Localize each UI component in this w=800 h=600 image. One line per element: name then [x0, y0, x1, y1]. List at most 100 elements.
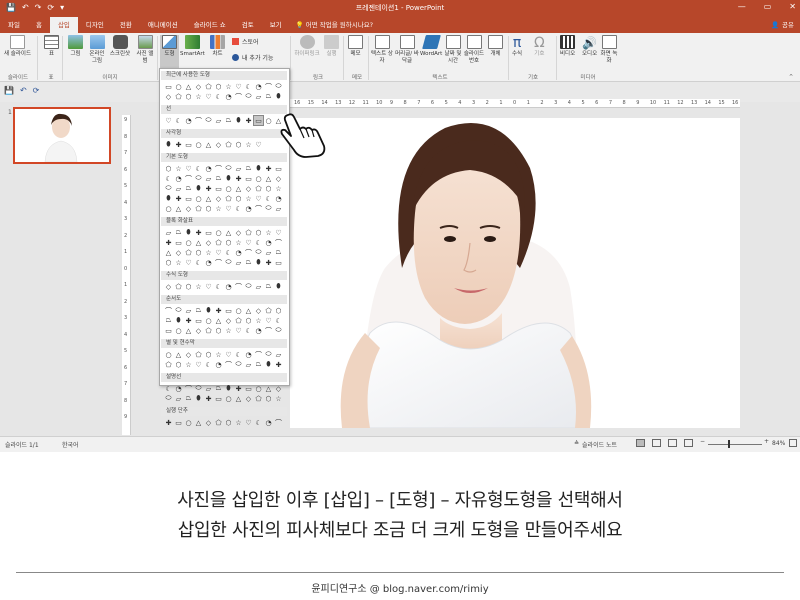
shape-option[interactable]: ⬮ — [234, 116, 243, 125]
shape-option[interactable]: ⌒ — [184, 174, 193, 183]
shape-option[interactable]: ▭ — [174, 418, 183, 427]
shape-option[interactable]: △ — [194, 418, 203, 427]
shape-option[interactable]: ◔ — [224, 92, 233, 101]
shape-option[interactable]: ⬠ — [244, 228, 253, 237]
shape-option[interactable]: △ — [184, 326, 193, 335]
shape-option[interactable]: ▭ — [274, 258, 283, 267]
shape-option[interactable]: ⬮ — [204, 306, 213, 315]
shape-option[interactable]: ⬠ — [204, 326, 213, 335]
shape-option[interactable]: ♡ — [254, 194, 263, 203]
shape-option[interactable]: ✚ — [264, 258, 273, 267]
shape-option[interactable]: ⬡ — [264, 184, 273, 193]
shape-option[interactable]: △ — [244, 306, 253, 315]
shape-option[interactable]: ◇ — [184, 350, 193, 359]
comment-button[interactable]: 메모 — [348, 35, 363, 58]
shape-option[interactable]: ☾ — [214, 282, 223, 291]
online-picture-button[interactable]: 온라인 그림 — [87, 35, 107, 65]
equation-button[interactable]: π 수식 — [512, 35, 522, 58]
tab-design[interactable]: 디자인 — [78, 17, 112, 33]
shape-option[interactable]: ◔ — [184, 116, 193, 125]
shape-option[interactable]: ⏢ — [164, 316, 173, 325]
shape-option[interactable]: ⬡ — [264, 394, 273, 403]
smartart-button[interactable]: SmartArt — [180, 35, 205, 58]
shapes-button[interactable]: 도형 — [160, 35, 179, 71]
shape-option[interactable]: ⏢ — [264, 282, 273, 291]
reading-view-icon[interactable] — [668, 439, 677, 447]
shape-option[interactable]: ⬡ — [194, 248, 203, 257]
shape-option[interactable]: ○ — [224, 394, 233, 403]
shape-option[interactable]: ✚ — [234, 174, 243, 183]
shape-option[interactable]: ○ — [204, 316, 213, 325]
shape-option[interactable]: ☾ — [244, 326, 253, 335]
slide-thumbnail[interactable] — [13, 107, 111, 164]
wordart-button[interactable]: WordArt — [420, 35, 442, 58]
shape-option[interactable]: ⬠ — [254, 184, 263, 193]
shape-option[interactable]: ☾ — [194, 258, 203, 267]
tab-slideshow[interactable]: 슬라이드 쇼 — [186, 17, 234, 33]
shape-option[interactable]: ○ — [214, 228, 223, 237]
shape-option[interactable]: ⌒ — [254, 204, 263, 213]
shape-option[interactable]: ⬭ — [274, 326, 283, 335]
shape-option[interactable]: ⬡ — [164, 164, 173, 173]
zoom-in-icon[interactable]: + — [764, 438, 769, 445]
shape-option[interactable]: ▭ — [174, 238, 183, 247]
shape-option[interactable]: ⬮ — [194, 184, 203, 193]
shape-option[interactable]: ▱ — [274, 350, 283, 359]
slide-sorter-icon[interactable] — [652, 439, 661, 447]
shape-option[interactable]: ▱ — [174, 184, 183, 193]
language-indicator[interactable]: 한국어 — [62, 440, 79, 449]
notes-button[interactable]: ≙ 슬라이드 노트 — [574, 440, 617, 449]
shape-option[interactable]: ☆ — [224, 326, 233, 335]
repeat-icon[interactable]: ⟳ — [33, 86, 40, 95]
shape-option[interactable]: ♡ — [244, 238, 253, 247]
shape-option[interactable]: ✚ — [204, 184, 213, 193]
shape-option[interactable]: ☾ — [214, 92, 223, 101]
shape-option[interactable]: ◇ — [214, 140, 223, 149]
shape-option[interactable]: ⬮ — [254, 258, 263, 267]
shape-option[interactable]: ✚ — [214, 306, 223, 315]
shape-option[interactable]: ▱ — [234, 258, 243, 267]
shape-option[interactable]: ♡ — [214, 248, 223, 257]
shape-option[interactable]: ⏢ — [224, 116, 233, 125]
shape-option[interactable]: △ — [234, 394, 243, 403]
shape-option[interactable]: ⬡ — [224, 238, 233, 247]
maximize-button[interactable]: ▭ — [764, 2, 772, 11]
shape-option[interactable]: ◇ — [274, 174, 283, 183]
zoom-slider[interactable] — [708, 444, 762, 445]
shape-option[interactable]: ♡ — [234, 326, 243, 335]
shape-option[interactable]: ☾ — [164, 384, 173, 393]
shape-option[interactable]: △ — [264, 384, 273, 393]
shape-option[interactable]: ☾ — [194, 164, 203, 173]
shape-option[interactable]: ✚ — [264, 164, 273, 173]
shape-option[interactable]: ⬡ — [254, 228, 263, 237]
shape-option[interactable]: ⬡ — [274, 306, 283, 315]
shape-option[interactable]: ⬠ — [214, 418, 223, 427]
tab-animations[interactable]: 애니메이션 — [140, 17, 186, 33]
slideshow-view-icon[interactable] — [684, 439, 693, 447]
object-button[interactable]: 개체 — [488, 35, 503, 58]
shape-option[interactable]: ◇ — [254, 306, 263, 315]
text-box-button[interactable]: 텍스트 상자 — [371, 35, 393, 65]
my-addins-button[interactable]: 내 추가 기능 — [232, 53, 273, 62]
zoom-level[interactable]: 84% — [772, 440, 785, 447]
shape-option[interactable]: ✚ — [184, 316, 193, 325]
shape-option[interactable]: ◇ — [204, 238, 213, 247]
shape-option[interactable]: ⬭ — [264, 350, 273, 359]
shape-option[interactable]: ☆ — [234, 418, 243, 427]
shape-option[interactable]: ♡ — [184, 258, 193, 267]
hyperlink-button[interactable]: 하이퍼링크 — [292, 35, 322, 58]
shape-option[interactable]: ☆ — [204, 248, 213, 257]
shape-option[interactable]: ☆ — [174, 258, 183, 267]
tab-view[interactable]: 보기 — [262, 17, 290, 33]
shape-option[interactable]: ☆ — [214, 350, 223, 359]
shape-option[interactable]: ✚ — [244, 116, 253, 125]
shape-option[interactable]: ▱ — [164, 228, 173, 237]
shape-option[interactable]: ○ — [194, 194, 203, 203]
shape-option[interactable]: ◔ — [234, 248, 243, 257]
shape-option[interactable]: ⬭ — [204, 116, 213, 125]
shape-option[interactable]: ⬭ — [194, 174, 203, 183]
shape-option[interactable]: ☾ — [234, 350, 243, 359]
shape-option[interactable]: ⏢ — [184, 184, 193, 193]
shape-option[interactable]: ✚ — [174, 194, 183, 203]
shape-option[interactable]: ▱ — [214, 116, 223, 125]
